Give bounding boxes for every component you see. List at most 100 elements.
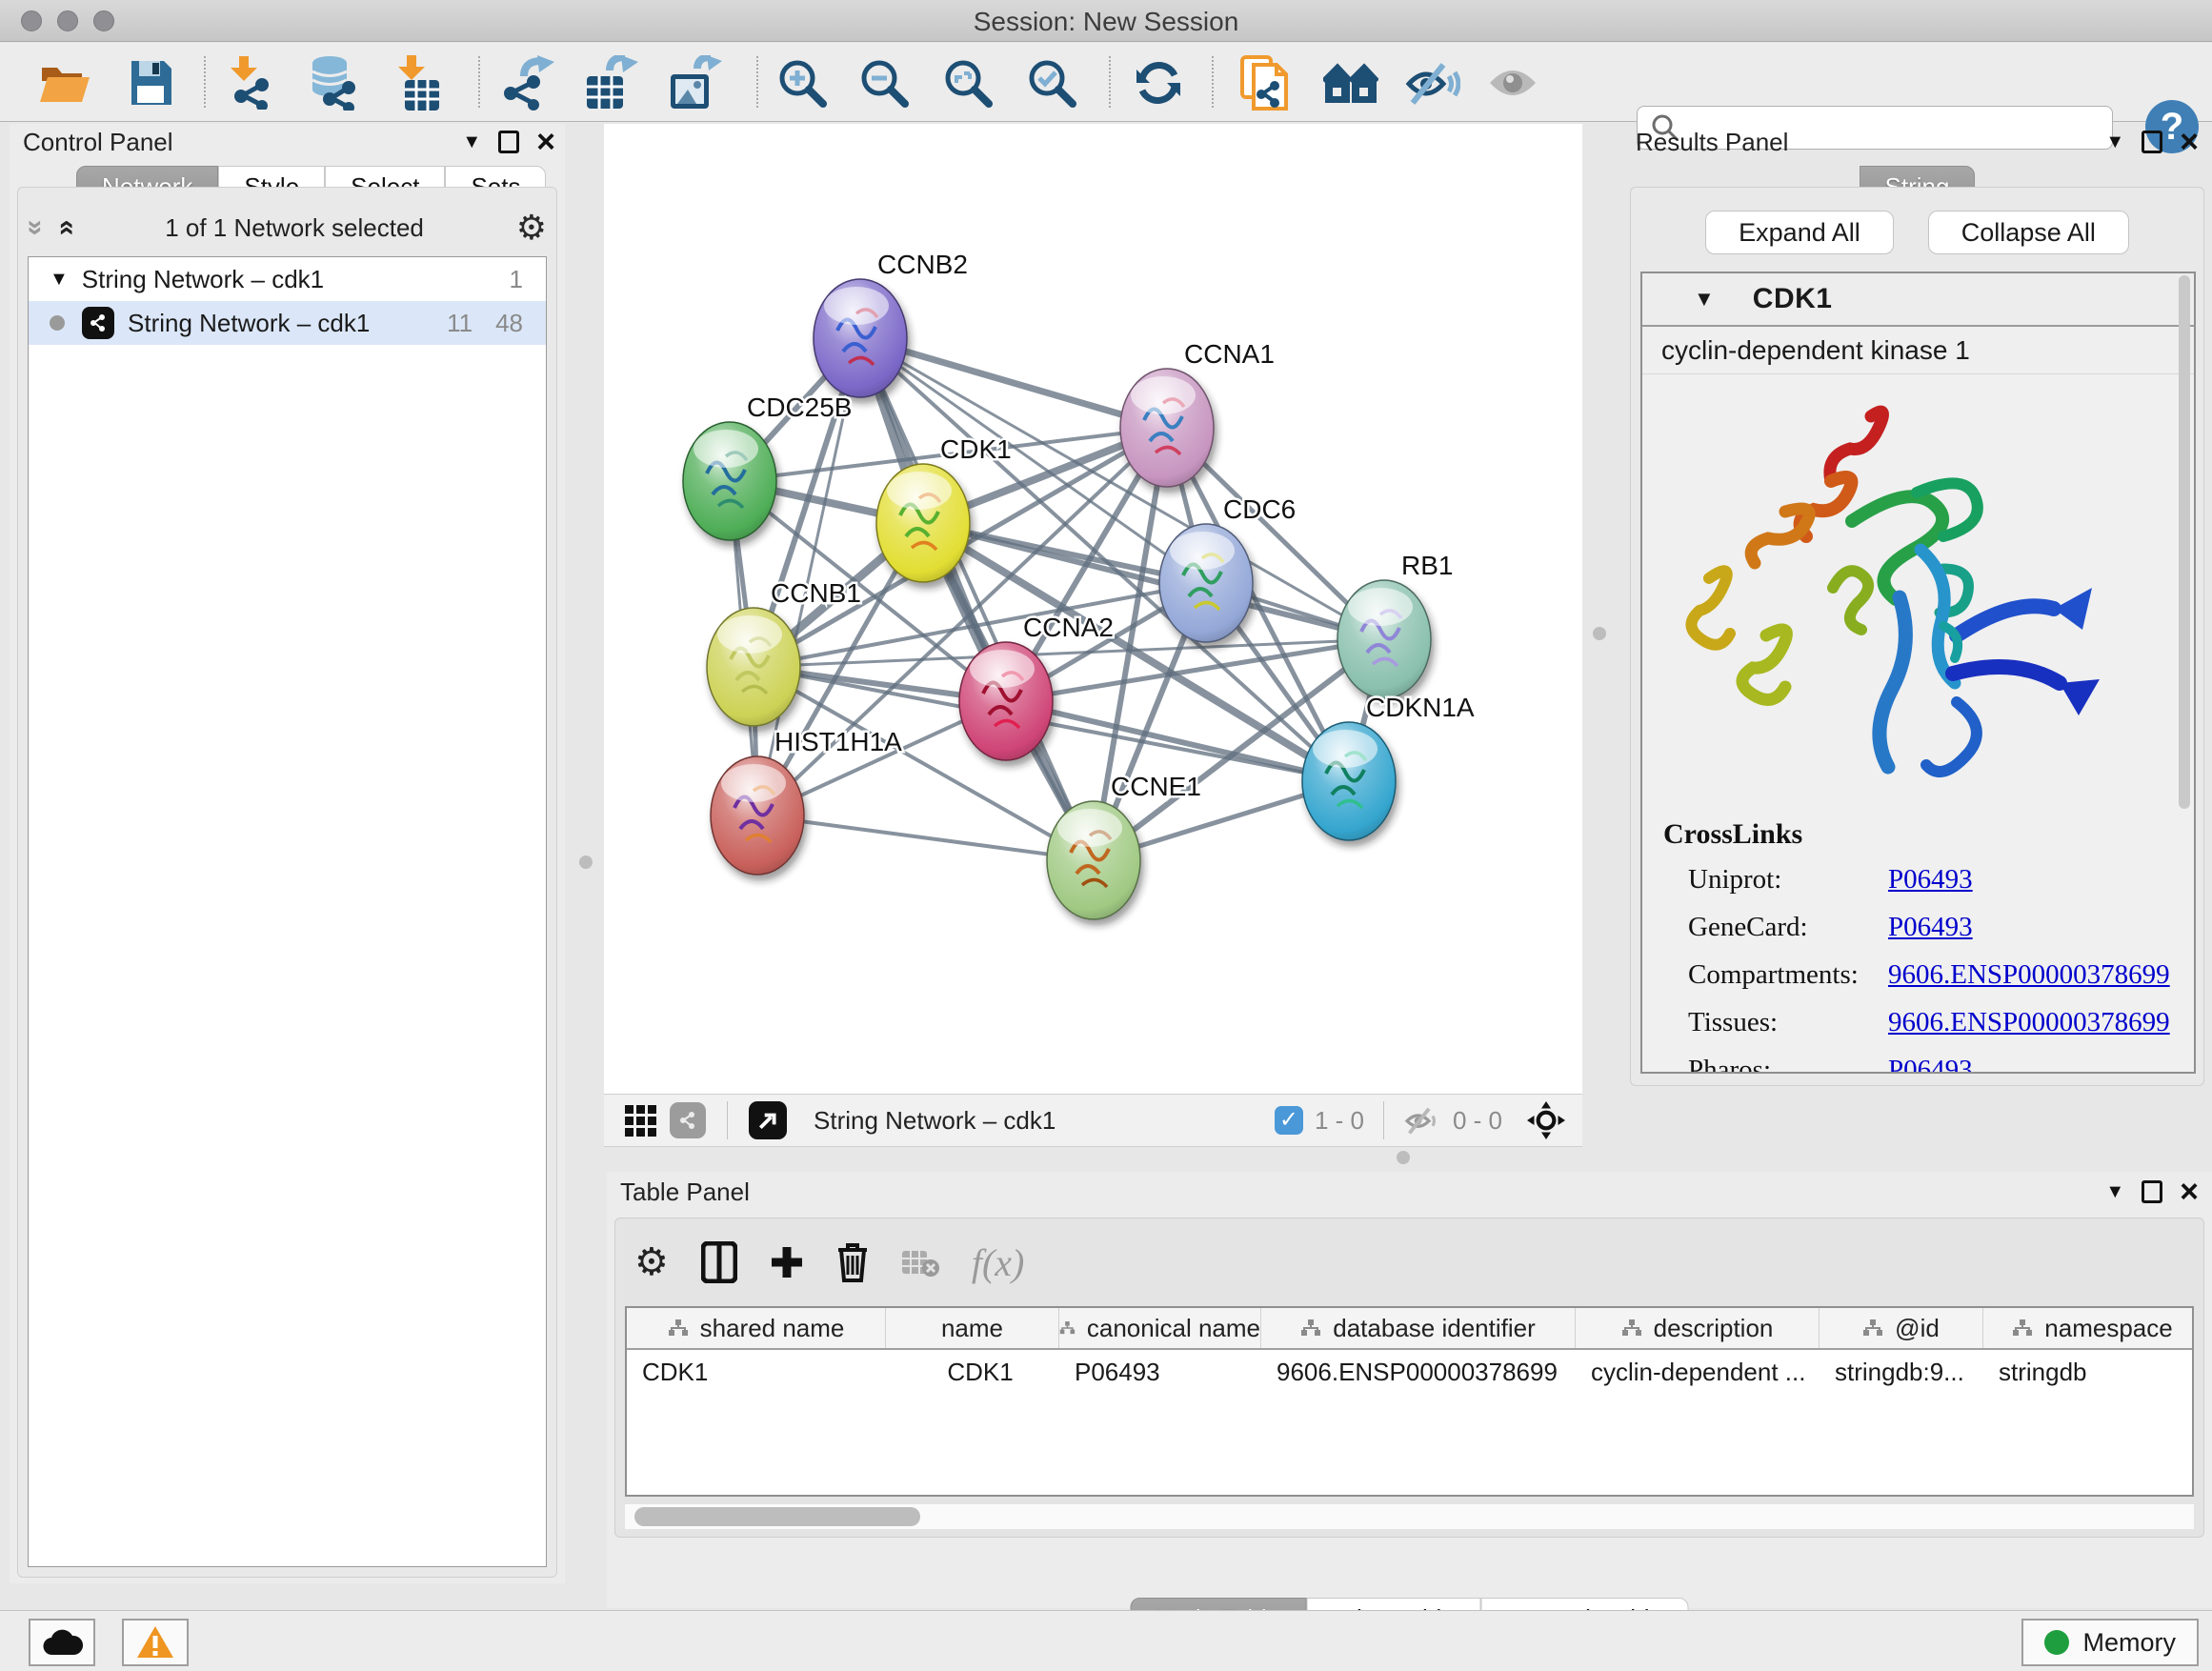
export-network-button[interactable] [499, 54, 556, 111]
scrollbar-thumb[interactable] [634, 1507, 920, 1526]
crosslink-tissues-link[interactable]: 9606.ENSP00000378699 [1888, 1007, 2170, 1038]
expand-all-networks-icon[interactable]: » [49, 220, 81, 236]
network-graph[interactable]: CCNB2CCNA1CDC25BCDK1CDC6RB1CCNB1CCNA2CDK… [604, 124, 1582, 1094]
zoom-fit-button[interactable] [939, 54, 996, 111]
apply-layout-button[interactable] [1130, 54, 1187, 111]
warning-icon [136, 1625, 174, 1660]
detach-view-button[interactable] [749, 1101, 787, 1139]
cell-name[interactable]: CDK1 [886, 1350, 1059, 1394]
edge-HIST1H1A-CCNE1[interactable] [757, 815, 1094, 860]
column-header-canonical-name[interactable]: canonical name [1059, 1308, 1261, 1348]
column-header-shared-name[interactable]: shared name [627, 1308, 886, 1348]
crosslink-uniprot-link[interactable]: P06493 [1888, 864, 1973, 896]
results-panel-close-icon[interactable]: × [2180, 131, 2199, 153]
edge-CCNB2-CCNE1[interactable] [860, 338, 1094, 860]
column-header-namespace[interactable]: namespace [1983, 1308, 2194, 1348]
table-panel-collapse-icon[interactable]: ▼ [2105, 1181, 2124, 1203]
network-row-label: String Network – cdk1 [128, 309, 370, 338]
memory-button[interactable]: Memory [2021, 1619, 2199, 1666]
cell--id[interactable]: stringdb:9... [1820, 1350, 1983, 1394]
node-CCNB2[interactable]: CCNB2 [814, 250, 968, 397]
node-CCNA1[interactable]: CCNA1 [1120, 339, 1275, 487]
duplicate-network-button[interactable] [1237, 54, 1294, 111]
node-CDC25B[interactable]: CDC25B [683, 393, 852, 540]
open-folder-icon [38, 60, 91, 106]
import-network-file-button[interactable] [221, 54, 278, 111]
results-panel-float-icon[interactable] [2142, 131, 2162, 153]
left-splitter-handle[interactable] [579, 856, 593, 869]
node-CDC6[interactable]: CDC6 [1159, 494, 1296, 642]
table-row[interactable]: CDK1CDK1P064939606.ENSP00000378699cyclin… [627, 1350, 2192, 1394]
grid-view-button[interactable] [625, 1105, 656, 1137]
node-CCNE1[interactable]: CCNE1 [1047, 772, 1201, 919]
network-options-gear-icon[interactable]: ⚙ [516, 211, 547, 245]
save-icon [128, 59, 173, 107]
zoom-selected-button[interactable] [1023, 54, 1080, 111]
cell-database-identifier[interactable]: 9606.ENSP00000378699 [1261, 1350, 1576, 1394]
hidden-counts: 0 - 0 [1453, 1106, 1502, 1136]
bottom-splitter-handle[interactable] [1397, 1151, 1410, 1164]
cell-description[interactable]: cyclin-dependent ... [1576, 1350, 1820, 1394]
node-CDKN1A[interactable]: CDKN1A [1302, 693, 1475, 840]
node-RB1[interactable]: RB1 [1337, 551, 1453, 698]
collapse-all-button[interactable]: Collapse All [1928, 211, 2129, 254]
zoom-in-button[interactable] [774, 54, 831, 111]
gene-expand-icon[interactable]: ▼ [1694, 287, 1715, 312]
network-row-selected[interactable]: String Network – cdk1 11 48 [29, 301, 546, 345]
selected-nodes-checkbox[interactable]: ✓ [1275, 1106, 1303, 1135]
node-HIST1H1A[interactable]: HIST1H1A [711, 727, 902, 875]
column-header-description[interactable]: description [1576, 1308, 1820, 1348]
import-network-database-button[interactable] [305, 54, 362, 111]
cell-namespace[interactable]: stringdb [1983, 1350, 2194, 1394]
warnings-button[interactable] [122, 1619, 189, 1666]
cloud-status-button[interactable] [29, 1619, 95, 1666]
delete-column-button[interactable] [836, 1242, 869, 1282]
network-overview-button[interactable] [670, 1102, 706, 1138]
crosslink-genecard-link[interactable]: P06493 [1888, 912, 1973, 943]
refresh-icon [1135, 58, 1182, 108]
crosshair-icon[interactable] [1527, 1101, 1565, 1139]
control-panel-float-icon[interactable] [498, 131, 519, 153]
table-horizontal-scrollbar[interactable] [625, 1504, 2194, 1529]
table-toolbar: ⚙ f(x) [634, 1234, 1024, 1291]
import-table-button[interactable] [389, 54, 446, 111]
results-scrollbar[interactable] [2179, 275, 2190, 809]
gene-section-header[interactable]: ▼ CDK1 [1642, 273, 2194, 327]
save-session-button[interactable] [122, 54, 179, 111]
zoom-out-button[interactable] [855, 54, 913, 111]
table-panel-float-icon[interactable] [2142, 1180, 2162, 1203]
network-collection-row[interactable]: ▼ String Network – cdk1 1 [29, 257, 546, 301]
results-panel-collapse-icon[interactable]: ▼ [2105, 131, 2124, 153]
create-column-button[interactable] [770, 1245, 804, 1279]
show-all-button[interactable] [1484, 54, 1541, 111]
show-columns-button[interactable] [701, 1241, 737, 1283]
import-network-icon [224, 56, 275, 110]
collection-expand-icon[interactable]: ▼ [50, 269, 69, 291]
node-label-CDKN1A: CDKN1A [1366, 693, 1475, 722]
hidden-eye-slash-icon[interactable] [1403, 1105, 1441, 1136]
export-image-button[interactable] [667, 54, 724, 111]
table-panel: Table Panel ▼ × ⚙ [607, 1172, 2212, 1608]
table-options-gear-icon[interactable]: ⚙ [634, 1240, 669, 1284]
first-neighbors-button[interactable] [1322, 54, 1379, 111]
zoom-fit-icon [943, 58, 993, 108]
column-header-database-identifier[interactable]: database identifier [1261, 1308, 1576, 1348]
cell-shared-name[interactable]: CDK1 [627, 1350, 886, 1394]
toolbar-separator [727, 1101, 728, 1139]
right-splitter-handle[interactable] [1593, 627, 1606, 640]
expand-all-button[interactable]: Expand All [1705, 211, 1894, 254]
network-canvas[interactable]: CCNB2CCNA1CDC25BCDK1CDC6RB1CCNB1CCNA2CDK… [604, 124, 1582, 1094]
results-panel-title: Results Panel [1636, 128, 1788, 157]
hide-selected-button[interactable] [1404, 54, 1461, 111]
export-table-button[interactable] [583, 54, 640, 111]
collapse-all-networks-icon[interactable]: » [19, 220, 51, 236]
crosslink-compartments-link[interactable]: 9606.ENSP00000378699 [1888, 959, 2170, 991]
crosslink-pharos-link[interactable]: P06493 [1888, 1055, 1973, 1074]
control-panel-collapse-icon[interactable]: ▼ [462, 131, 481, 153]
column-header--id[interactable]: @id [1820, 1308, 1983, 1348]
column-header-name[interactable]: name [886, 1308, 1059, 1348]
control-panel-close-icon[interactable]: × [536, 131, 555, 153]
open-session-button[interactable] [36, 54, 93, 111]
table-panel-close-icon[interactable]: × [2180, 1180, 2199, 1203]
cell-canonical-name[interactable]: P06493 [1059, 1350, 1261, 1394]
